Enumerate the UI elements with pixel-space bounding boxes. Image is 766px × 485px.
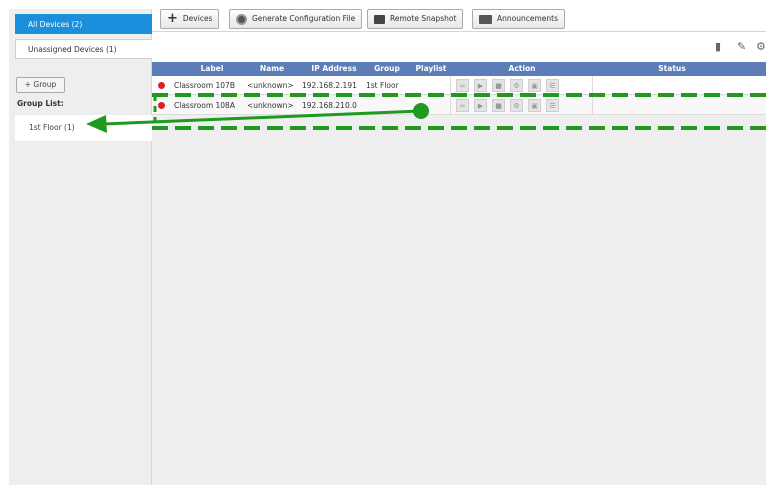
drag-annotation-overlay bbox=[86, 93, 766, 133]
drag-start-marker bbox=[413, 103, 429, 119]
drag-arrow-line bbox=[103, 109, 422, 126]
drag-arrow-head bbox=[86, 115, 107, 133]
